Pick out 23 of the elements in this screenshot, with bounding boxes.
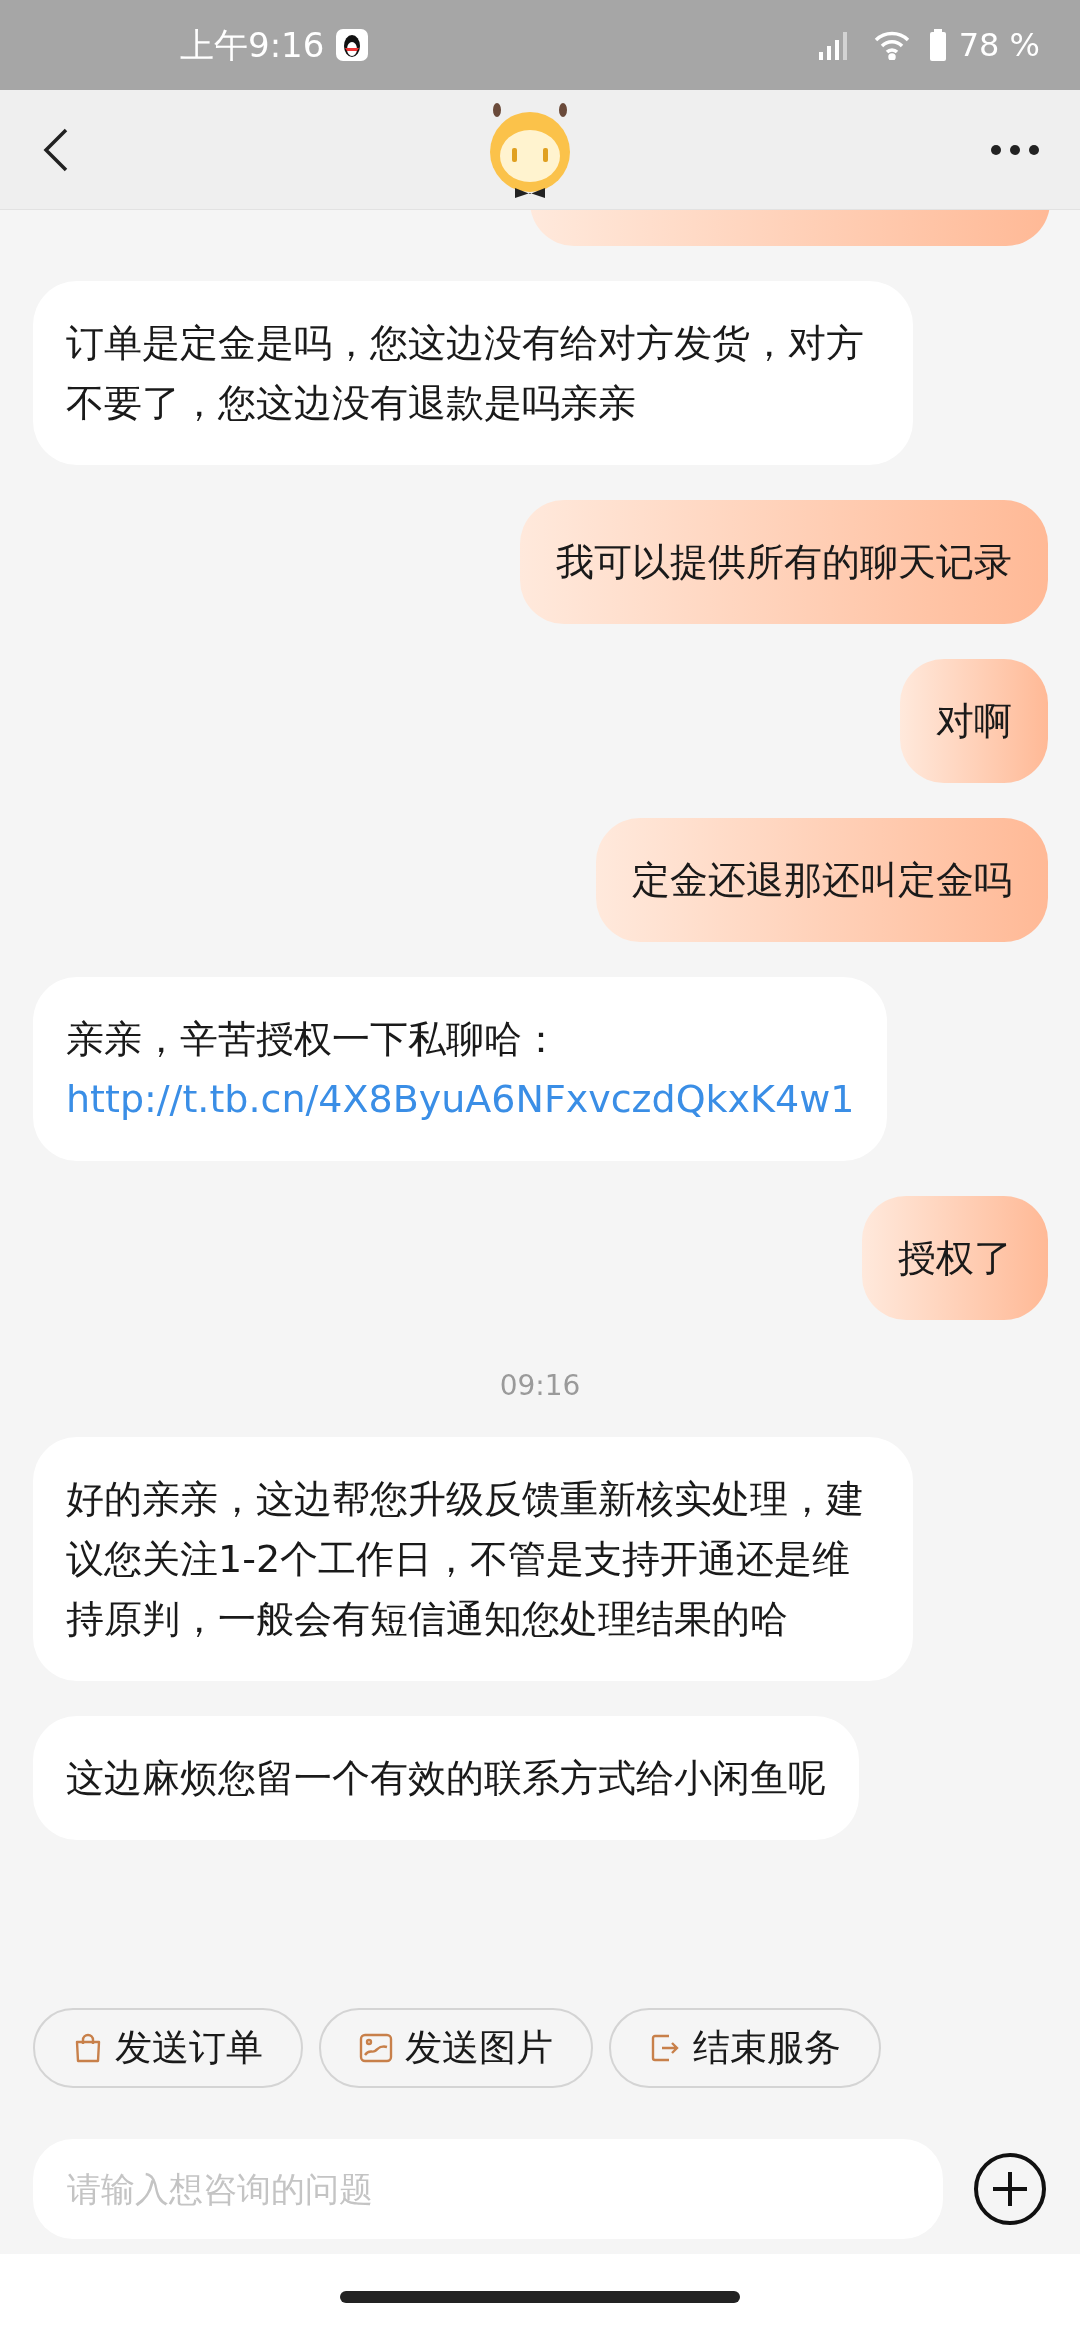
battery-icon — [928, 29, 947, 61]
exit-icon — [649, 2032, 681, 2064]
message-input[interactable]: 请输入想咨询的问题 — [33, 2139, 943, 2239]
message-bubble: 我可以提供所有的聊天记录 — [520, 500, 1048, 624]
add-icon[interactable] — [973, 2152, 1047, 2226]
message-bubble: 订单是定金是吗，您这边没有给对方发货，对方不要了，您这边没有退款是吗亲亲 — [33, 281, 913, 465]
quick-action-button[interactable]: 发送订单 — [33, 2008, 303, 2088]
quick-action-button[interactable]: 发送图片 — [319, 2008, 593, 2088]
battery-level: 78 % — [958, 25, 1040, 66]
message-bubble: 授权了 — [862, 1196, 1048, 1320]
more-icon[interactable] — [990, 143, 1040, 156]
wifi-icon — [872, 30, 911, 60]
message-bubble: 定金还退那还叫定金吗 — [596, 818, 1048, 942]
image-icon — [359, 2033, 393, 2063]
message-text: 亲亲，辛苦授权一下私聊哈： — [66, 1016, 561, 1063]
quick-action-button[interactable]: 结束服务 — [609, 2008, 881, 2088]
message-bubble: 这边麻烦您留一个有效的联系方式给小闲鱼呢 — [33, 1716, 859, 1840]
timestamp: 09:16 — [499, 1368, 581, 1404]
message-bubble: 好的亲亲，这边帮您升级反馈重新核实处理，建议您关注1-2个工作日，不管是支持开通还是维持原判，一般会有短信通知您处理结果的哈 — [33, 1437, 913, 1681]
penguin-icon — [336, 29, 369, 61]
message-bubble: 对啊 — [900, 659, 1048, 783]
bag-icon — [73, 2032, 103, 2064]
status-time: 上午9:16 — [180, 23, 325, 67]
